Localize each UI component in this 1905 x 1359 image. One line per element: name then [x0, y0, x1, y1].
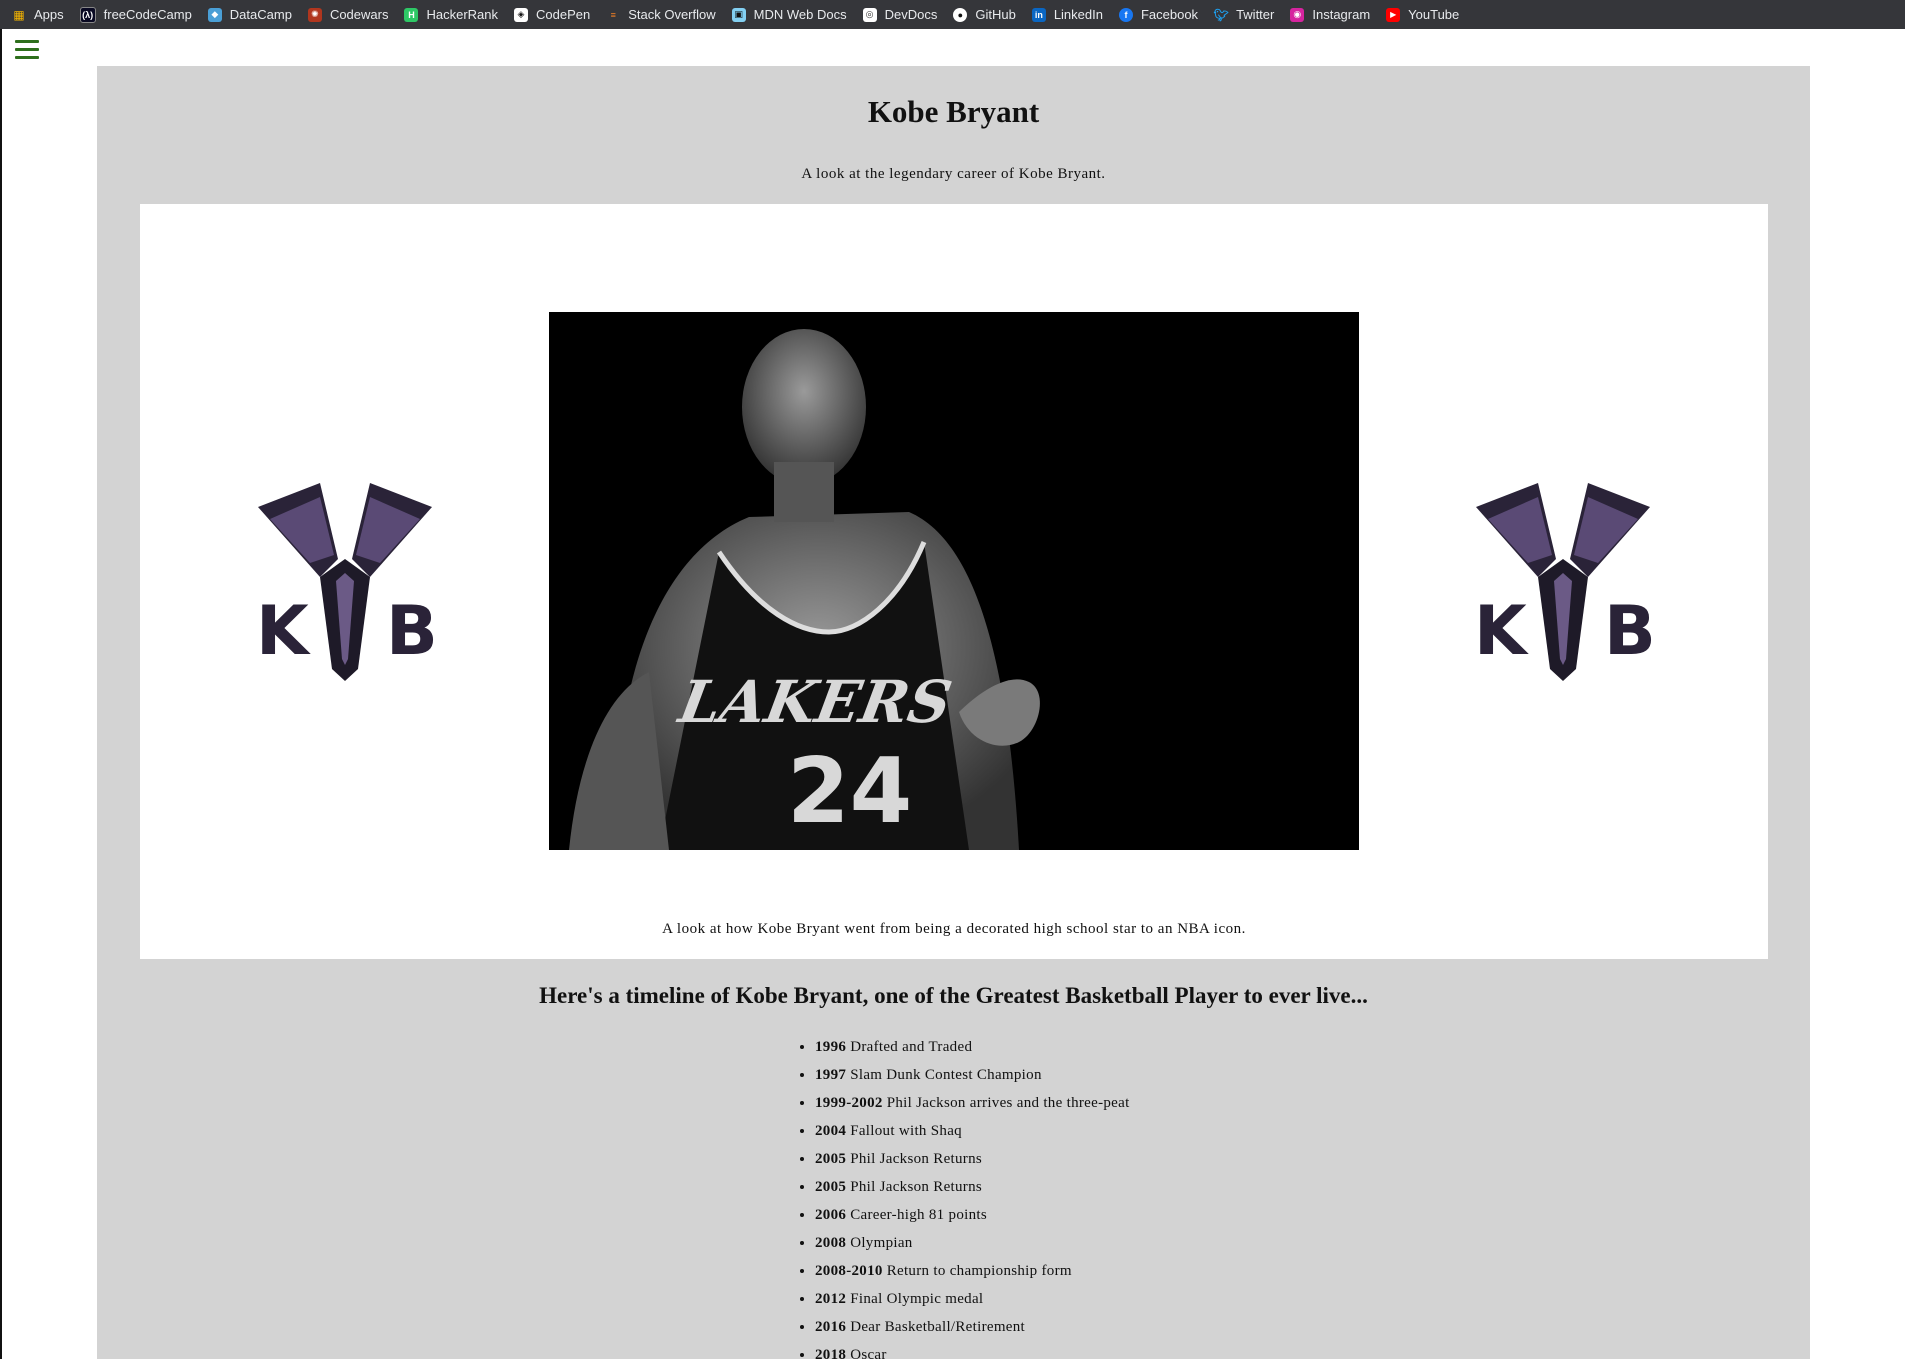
bookmark-hackerrank[interactable]: H HackerRank: [404, 7, 498, 22]
timeline-item: 2004Fallout with Shaq: [815, 1117, 1130, 1145]
bookmark-label: Codewars: [329, 7, 389, 22]
kobe-photo: LAKERS 24: [549, 312, 1359, 850]
kb-logo-icon: K B: [256, 483, 438, 681]
bookmark-label: Apps: [34, 7, 64, 22]
timeline-item: 2016Dear Basketball/Retirement: [815, 1313, 1130, 1341]
kb-logo-left: K B: [250, 459, 440, 689]
bookmark-devdocs[interactable]: ◎ DevDocs: [862, 7, 938, 22]
bookmark-linkedin[interactable]: in LinkedIn: [1031, 7, 1103, 22]
timeline-item: 2005Phil Jackson Returns: [815, 1173, 1130, 1201]
page-subtitle: A look at the legendary career of Kobe B…: [801, 166, 1106, 182]
bookmark-label: Twitter: [1236, 7, 1275, 22]
bookmark-label: MDN Web Docs: [753, 7, 847, 22]
twitter-icon: 🐦︎: [1213, 7, 1229, 22]
hackerrank-icon: H: [404, 7, 419, 22]
github-icon: ●: [953, 7, 968, 22]
svg-text:24: 24: [787, 739, 912, 844]
timeline-item: 2006Career-high 81 points: [815, 1201, 1130, 1229]
bookmark-label: CodePen: [536, 7, 591, 22]
apps-grid-icon: ▦: [13, 7, 25, 22]
timeline-item: 2012Final Olympic medal: [815, 1285, 1130, 1313]
bookmark-youtube[interactable]: ▶ YouTube: [1386, 7, 1459, 22]
freecodecamp-icon: (λ): [79, 6, 96, 23]
bookmark-label: DataCamp: [229, 7, 292, 22]
bookmark-label: freeCodeCamp: [103, 7, 192, 22]
timeline-item: 2008-2010Return to championship form: [815, 1257, 1130, 1285]
bookmark-label: YouTube: [1408, 7, 1460, 22]
timeline-list: 1996Drafted and Traded 1997Slam Dunk Con…: [797, 1033, 1130, 1359]
kb-logo-icon: K B: [1474, 483, 1656, 681]
bookmark-apps[interactable]: ▦ Apps: [12, 7, 64, 22]
timeline-heading: Here's a timeline of Kobe Bryant, one of…: [539, 983, 1368, 1008]
bookmark-label: LinkedIn: [1053, 7, 1103, 22]
kb-logo-right: K B: [1468, 459, 1658, 689]
bookmarks-bar: ▦ Apps (λ) freeCodeCamp ◆ DataCamp ✺ Cod…: [0, 0, 1905, 29]
hamburger-menu-icon[interactable]: [15, 40, 39, 60]
timeline-item: 2005Phil Jackson Returns: [815, 1145, 1130, 1173]
bookmark-github[interactable]: ● GitHub: [953, 7, 1016, 22]
stackoverflow-icon: ≡: [610, 9, 616, 20]
bookmark-twitter[interactable]: 🐦︎ Twitter: [1213, 7, 1275, 22]
linkedin-icon: in: [1031, 7, 1046, 22]
bookmark-datacamp[interactable]: ◆ DataCamp: [207, 7, 292, 22]
timeline-item: 1999-2002Phil Jackson arrives and the th…: [815, 1089, 1130, 1117]
instagram-icon: ◉: [1290, 7, 1305, 22]
bookmark-label: DevDocs: [884, 7, 938, 22]
timeline-item: 2008Olympian: [815, 1229, 1130, 1257]
svg-text:LAKERS: LAKERS: [672, 667, 956, 735]
facebook-icon: f: [1118, 7, 1133, 22]
timeline-item: 1997Slam Dunk Contest Champion: [815, 1061, 1130, 1089]
bookmark-instagram[interactable]: ◉ Instagram: [1290, 7, 1370, 22]
svg-text:B: B: [386, 592, 438, 671]
bookmark-codewars[interactable]: ✺ Codewars: [307, 7, 389, 22]
bookmark-label: Stack Overflow: [628, 7, 716, 22]
mdn-icon: ▣: [731, 7, 746, 22]
bookmark-label: Instagram: [1312, 7, 1371, 22]
svg-text:B: B: [1604, 592, 1656, 671]
bookmark-freecodecamp[interactable]: (λ) freeCodeCamp: [79, 6, 192, 23]
bookmark-label: GitHub: [975, 7, 1016, 22]
codepen-icon: ◈: [514, 7, 528, 22]
image-caption: A look at how Kobe Bryant went from bein…: [662, 921, 1246, 937]
tribute-main: Kobe Bryant A look at the legendary care…: [97, 66, 1810, 1359]
svg-text:K: K: [1474, 592, 1529, 671]
image-section: K B LAKERS 24 K B A look at how Kobe Bry…: [140, 204, 1768, 959]
timeline-item: 1996Drafted and Traded: [815, 1033, 1130, 1061]
timeline-item: 2018Oscar: [815, 1341, 1130, 1359]
bookmark-codepen[interactable]: ◈ CodePen: [514, 7, 590, 22]
bookmark-mdn[interactable]: ▣ MDN Web Docs: [731, 7, 847, 22]
page-title: Kobe Bryant: [867, 94, 1040, 129]
codewars-icon: ✺: [307, 7, 322, 22]
youtube-icon: ▶: [1386, 7, 1401, 22]
bookmark-stackoverflow[interactable]: ≡ Stack Overflow: [606, 7, 716, 22]
bookmark-facebook[interactable]: f Facebook: [1118, 7, 1199, 22]
svg-text:K: K: [256, 592, 311, 671]
datacamp-icon: ◆: [207, 7, 222, 22]
bookmark-label: Facebook: [1140, 7, 1199, 22]
devdocs-icon: ◎: [862, 7, 877, 22]
bookmark-label: HackerRank: [426, 7, 498, 22]
page-left-border: [0, 29, 2, 1359]
